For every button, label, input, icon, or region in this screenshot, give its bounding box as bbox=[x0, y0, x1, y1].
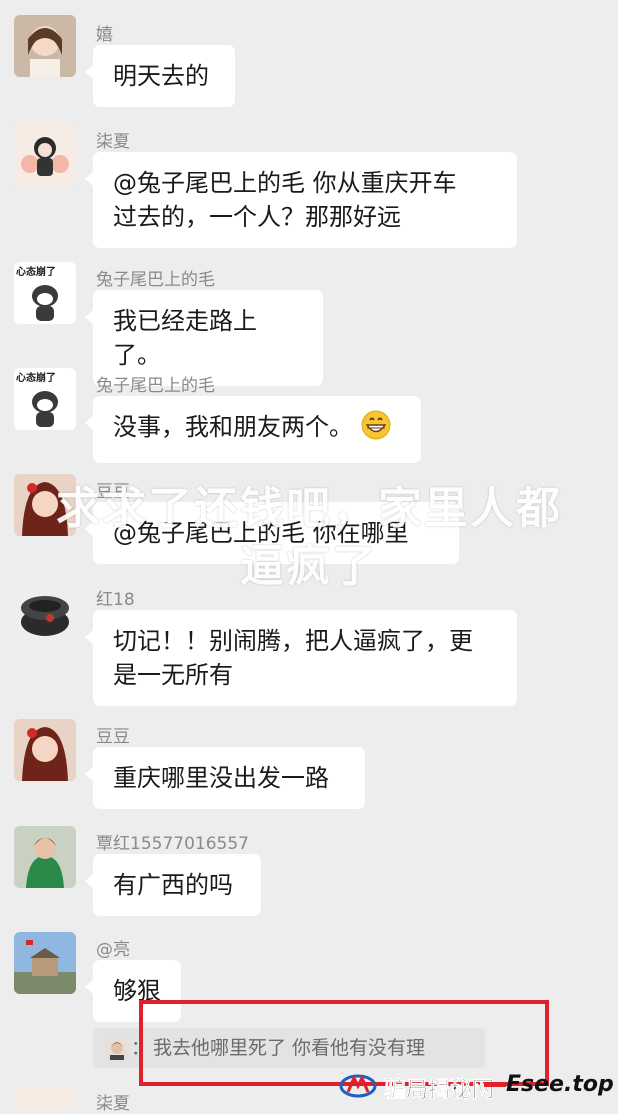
sender-name: @亮 bbox=[96, 940, 130, 960]
watermark: 骗局揭秘网 Esee.top bbox=[338, 1070, 614, 1104]
avatar[interactable] bbox=[14, 1088, 76, 1108]
sender-name: 柒夏 bbox=[96, 1094, 130, 1114]
sender-name: 兔子尾巴上的毛 bbox=[96, 376, 215, 396]
message-line: 是一无所有 bbox=[113, 661, 233, 689]
watermark-text: 骗局揭秘网 bbox=[384, 1078, 495, 1104]
avatar[interactable] bbox=[14, 719, 76, 781]
avatar[interactable]: 心态崩了 bbox=[14, 368, 76, 430]
message-bubble[interactable]: 有广西的吗 bbox=[85, 854, 261, 916]
overlay-caption-line-2: 逼疯了 bbox=[240, 541, 378, 592]
sender-name: 豆豆 bbox=[96, 727, 130, 747]
avatar[interactable] bbox=[14, 826, 76, 888]
message-bubble[interactable]: @兔子尾巴上的毛 你从重庆开车 过去的，一个人？那那好远 bbox=[85, 152, 517, 248]
avatar[interactable] bbox=[14, 15, 76, 77]
message-line: @兔子尾巴上的毛 你从重庆开车 bbox=[113, 169, 457, 197]
avatar[interactable]: 心态崩了 bbox=[14, 262, 76, 324]
sender-name: 嬉 bbox=[96, 25, 113, 45]
watermark-dash bbox=[484, 1082, 506, 1087]
message-line: 没事，我和朋友两个。 bbox=[113, 413, 353, 441]
message-line: 有广西的吗 bbox=[113, 871, 233, 899]
message-bubble[interactable]: 没事，我和朋友两个。 bbox=[85, 396, 421, 463]
message-line: 切记！！别闹腾，把人逼疯了，更 bbox=[113, 627, 473, 655]
message-line: 我已经走路上了。 bbox=[113, 307, 257, 369]
watermark-logo-icon bbox=[338, 1072, 378, 1100]
message-line: 重庆哪里没出发一路 bbox=[113, 764, 329, 792]
message-line: 明天去的 bbox=[113, 62, 209, 90]
message-bubble[interactable]: 明天去的 bbox=[85, 45, 235, 107]
message-bubble[interactable]: 切记！！别闹腾，把人逼疯了，更 是一无所有 bbox=[85, 610, 517, 706]
message-line: 过去的，一个人？那那好远 bbox=[113, 203, 401, 231]
watermark-site: Esee.top bbox=[506, 1072, 614, 1097]
sender-name: 兔子尾巴上的毛 bbox=[96, 270, 215, 290]
avatar[interactable] bbox=[14, 932, 76, 994]
overlay-caption-line-1: 求求了还钱吧，家里人都 bbox=[56, 483, 562, 534]
grin-icon bbox=[361, 410, 391, 449]
avatar[interactable] bbox=[14, 124, 76, 186]
message-bubble[interactable]: 重庆哪里没出发一路 bbox=[85, 747, 365, 809]
sender-name: 覃红15577016557 bbox=[96, 834, 249, 854]
quote-avatar bbox=[105, 1036, 129, 1060]
sender-name: 柒夏 bbox=[96, 132, 130, 152]
